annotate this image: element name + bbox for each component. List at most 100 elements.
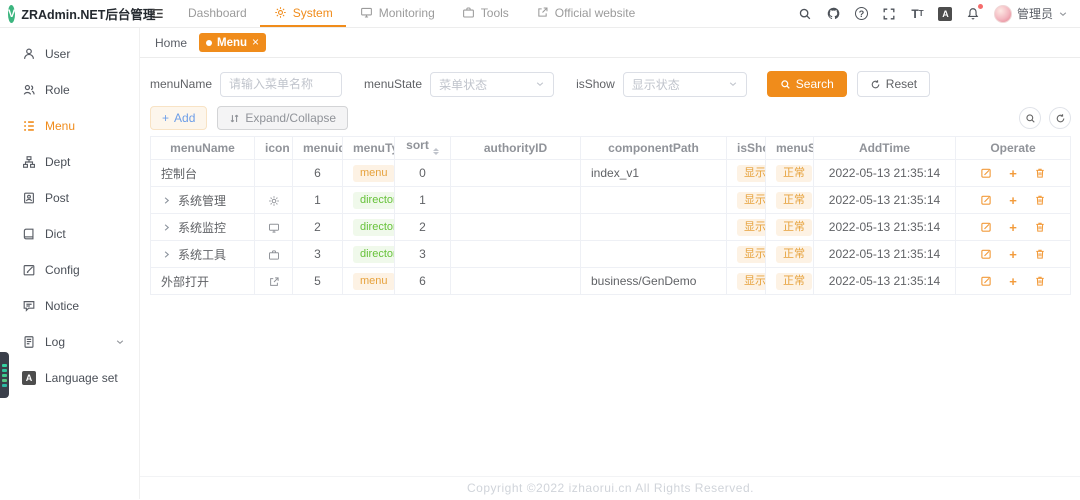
tab-menu[interactable]: Menu <box>199 33 266 52</box>
col-menuid: menuid <box>293 137 343 160</box>
sort-caret-icon[interactable] <box>433 145 439 158</box>
sidebar-item-role[interactable]: Role <box>0 72 139 108</box>
sidebar-item-menu[interactable]: Menu <box>0 108 139 144</box>
notice-chat-icon <box>22 299 36 313</box>
component-path: business/GenDemo <box>581 268 727 295</box>
sidebar-item-label: Notice <box>45 299 79 313</box>
sidebar-item-dept[interactable]: Dept <box>0 144 139 180</box>
sidebar-item-post[interactable]: Post <box>0 180 139 216</box>
add-button[interactable]: Add <box>150 106 207 130</box>
font-size-icon[interactable] <box>910 6 925 21</box>
add-time: 2022-05-13 21:35:14 <box>814 160 956 187</box>
menu-name-input[interactable] <box>220 72 342 97</box>
add-time: 2022-05-13 21:35:14 <box>814 268 956 295</box>
edit-button[interactable] <box>973 221 999 233</box>
sidebar-collapse-icon[interactable] <box>140 0 175 27</box>
chevron-down-icon <box>535 79 545 89</box>
sidebar-item-notice[interactable]: Notice <box>0 288 139 324</box>
col-menu-type: menuType <box>343 137 395 160</box>
col-icon: icon <box>255 137 293 160</box>
component-path <box>581 241 727 268</box>
search-button-label: Search <box>796 77 834 91</box>
external-link-icon <box>268 276 280 288</box>
nav-item-system[interactable]: System <box>260 0 346 27</box>
sidebar-item-user[interactable]: User <box>0 36 139 72</box>
edit-button[interactable] <box>973 194 999 206</box>
user-menu[interactable]: 管理员 <box>994 5 1068 23</box>
col-add-time: AddTime <box>814 137 956 160</box>
tab-home[interactable]: Home <box>155 36 187 50</box>
select-placeholder: 显示状态 <box>632 76 680 93</box>
sidebar-item-label: Dept <box>45 155 70 169</box>
search-button[interactable]: Search <box>767 71 847 97</box>
delete-button[interactable] <box>1027 194 1053 206</box>
top-navbar: V ZRAdmin.NET后台管理 Dashboard System Mon <box>0 0 1080 28</box>
delete-button[interactable] <box>1027 221 1053 233</box>
search-icon[interactable] <box>798 6 813 21</box>
menu-state-label: menuState <box>364 77 422 91</box>
sidebar-item-label: Dict <box>45 227 66 241</box>
nav-item-dashboard[interactable]: Dashboard <box>175 0 260 27</box>
table-toolbar: Add Expand/Collapse <box>150 106 1071 130</box>
edit-button[interactable] <box>973 167 999 179</box>
is-show-tag: 显示 <box>737 192 766 209</box>
nav-item-tools[interactable]: Tools <box>448 0 522 27</box>
fullscreen-icon[interactable] <box>882 6 897 21</box>
expand-row-icon[interactable] <box>161 222 172 233</box>
nav-item-monitoring[interactable]: Monitoring <box>346 0 448 27</box>
navbar-actions: 管理员 <box>798 0 1080 27</box>
sidebar-item-label: Role <box>45 83 70 97</box>
dict-book-icon <box>22 227 36 241</box>
table-row: 控制台 6 menu 0 index_v1 显示 正常 2022-05-13 2… <box>151 160 1071 187</box>
expand-row-icon[interactable] <box>161 249 172 260</box>
edit-icon <box>980 248 992 260</box>
delete-button[interactable] <box>1027 275 1053 287</box>
top-nav-menu: Dashboard System Monitoring <box>175 0 648 27</box>
col-sort[interactable]: sort <box>395 137 451 160</box>
is-show-tag: 显示 <box>737 165 766 182</box>
sidebar-item-dict[interactable]: Dict <box>0 216 139 252</box>
authority-id <box>451 214 581 241</box>
edit-button[interactable] <box>973 275 999 287</box>
reset-button[interactable]: Reset <box>857 71 930 97</box>
add-child-button[interactable] <box>1002 220 1024 235</box>
sidebar: User Role Menu Dept Post <box>0 28 140 499</box>
add-time: 2022-05-13 21:35:14 <box>814 187 956 214</box>
refresh-icon <box>870 79 881 90</box>
nav-item-official-website[interactable]: Official website <box>522 0 648 27</box>
menuid: 2 <box>293 214 343 241</box>
delete-button[interactable] <box>1027 167 1053 179</box>
sidebar-item-label: Language set <box>45 371 118 385</box>
refresh-button[interactable] <box>1049 107 1071 129</box>
show-search-toggle-button[interactable] <box>1019 107 1041 129</box>
role-icon <box>22 83 36 97</box>
search-icon <box>780 79 791 90</box>
sidebar-item-config[interactable]: Config <box>0 252 139 288</box>
is-show-label: isShow <box>576 77 615 91</box>
sort-value: 0 <box>395 160 451 187</box>
edit-button[interactable] <box>973 248 999 260</box>
close-icon[interactable] <box>252 36 259 49</box>
sidebar-item-log[interactable]: Log <box>0 324 139 360</box>
chevron-down-icon <box>1058 9 1068 19</box>
bell-icon[interactable] <box>966 6 981 21</box>
expand-row-icon[interactable] <box>161 195 172 206</box>
sidebar-item-language-set[interactable]: Language set <box>0 360 139 396</box>
edge-widget[interactable] <box>0 352 9 398</box>
menu-state-select[interactable]: 菜单状态 <box>430 72 554 97</box>
expand-collapse-button[interactable]: Expand/Collapse <box>217 106 348 130</box>
table-row: 系统工具 3 directory 3 显示 正常 2022-05-13 21:3… <box>151 241 1071 268</box>
translate-icon[interactable] <box>938 6 953 21</box>
delete-button[interactable] <box>1027 248 1053 260</box>
github-icon[interactable] <box>826 6 841 21</box>
add-child-button[interactable] <box>1002 166 1024 181</box>
menu-name: 外部打开 <box>161 273 209 290</box>
add-child-button[interactable] <box>1002 193 1024 208</box>
is-show-select[interactable]: 显示状态 <box>623 72 747 97</box>
log-doc-icon <box>22 335 36 349</box>
component-path <box>581 187 727 214</box>
question-icon[interactable] <box>854 6 869 21</box>
add-child-button[interactable] <box>1002 247 1024 262</box>
col-is-show: isShow <box>727 137 766 160</box>
add-child-button[interactable] <box>1002 274 1024 289</box>
